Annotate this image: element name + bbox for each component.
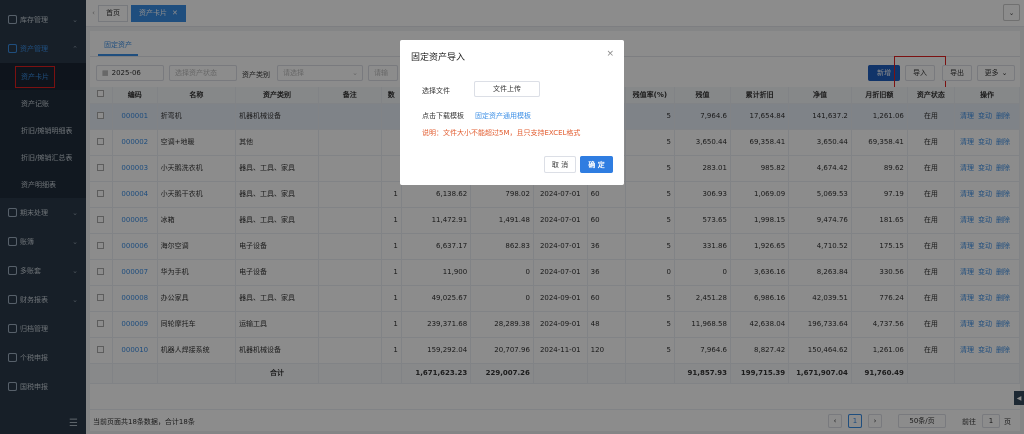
file-select-label: 选择文件: [422, 87, 450, 95]
cancel-button-label: 取 消: [551, 160, 569, 169]
template-download-label: 点击下载模板: [422, 112, 464, 120]
file-upload-button[interactable]: 文件上传: [474, 81, 540, 97]
confirm-button[interactable]: 确 定: [580, 156, 613, 173]
import-dialog: 固定资产导入 × 选择文件 文件上传 点击下载模板 固定资产通用模板 说明：文件…: [400, 40, 624, 185]
upload-button-label: 文件上传: [493, 85, 521, 93]
dialog-title: 固定资产导入: [411, 53, 466, 63]
cancel-button[interactable]: 取 消: [544, 156, 576, 173]
confirm-button-label: 确 定: [588, 160, 605, 169]
close-icon[interactable]: ×: [606, 49, 614, 59]
template-download-link[interactable]: 固定资产通用模板: [475, 111, 531, 121]
file-size-note: 说明：文件大小不能超过5M，且只支持EXCEL格式: [422, 129, 581, 137]
